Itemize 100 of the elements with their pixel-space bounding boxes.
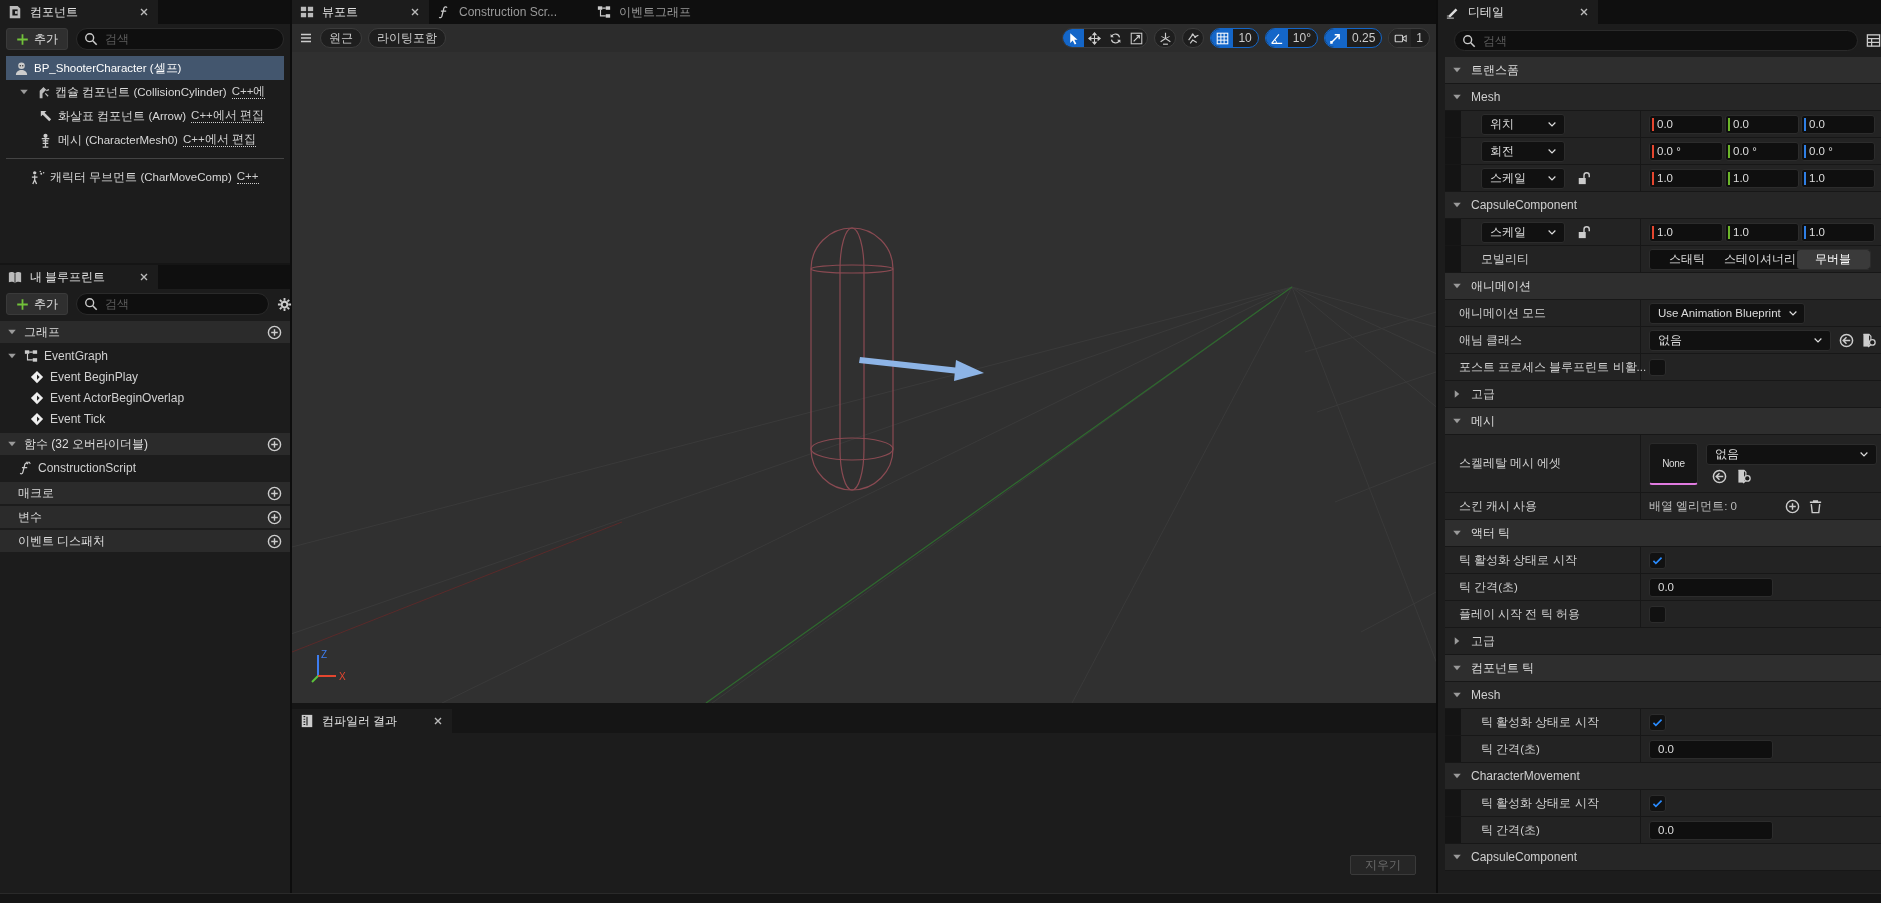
search-field[interactable]: 검색	[76, 293, 269, 315]
group-header[interactable]: Mesh	[1445, 84, 1881, 111]
use-selected-icon[interactable]	[1712, 468, 1727, 484]
snap-toggle[interactable]: 0.25	[1323, 28, 1383, 48]
transform-dropdown[interactable]: 스케일	[1481, 221, 1565, 243]
surface-snap-button[interactable]	[1182, 28, 1205, 48]
use-selected-icon[interactable]	[1839, 332, 1854, 348]
blueprint-item[interactable]: Event BeginPlay	[0, 366, 290, 387]
number-field[interactable]: 1.0	[1649, 222, 1723, 242]
transform-dropdown[interactable]: 회전	[1481, 140, 1565, 162]
number-field[interactable]: 0.0 °	[1725, 141, 1799, 161]
trash-icon[interactable]	[1808, 498, 1823, 514]
transform-dropdown[interactable]: 스케일	[1481, 167, 1565, 189]
view-mode-button[interactable]: 라이팅포함	[368, 28, 446, 48]
view-mode-button[interactable]: 원근	[320, 28, 362, 48]
browse-folder-icon[interactable]	[1862, 332, 1877, 348]
add-circle-icon[interactable]	[267, 436, 282, 452]
segment-option[interactable]: 스테이셔너리	[1723, 249, 1797, 269]
number-field[interactable]: 0.0	[1725, 114, 1799, 134]
group-header[interactable]: CapsuleComponent	[1445, 192, 1881, 219]
transform-tool-button[interactable]	[1063, 29, 1085, 47]
section-header[interactable]: 매크로	[0, 480, 290, 504]
checkbox[interactable]	[1649, 605, 1666, 623]
editor-tab[interactable]: 이벤트그래프	[589, 0, 749, 24]
advanced-toggle[interactable]: 고급	[1445, 628, 1881, 655]
number-field[interactable]: 0.0 °	[1649, 141, 1723, 161]
search-field[interactable]: 검색	[76, 28, 284, 50]
checkbox[interactable]	[1649, 358, 1666, 376]
panel-tab[interactable]: 내 블루프린트	[0, 265, 158, 289]
close-icon[interactable]	[1578, 6, 1590, 18]
function-icon	[18, 460, 32, 475]
panel-tab[interactable]: 컴파일러 결과	[292, 709, 452, 733]
checkbox[interactable]	[1649, 551, 1666, 569]
number-field[interactable]: 0.0 °	[1801, 141, 1875, 161]
number-field[interactable]: 1.0	[1801, 222, 1875, 242]
editor-tab[interactable]: Construction Scr...	[429, 0, 589, 24]
add-button[interactable]: 추가	[6, 293, 68, 315]
lock-button[interactable]	[1577, 225, 1591, 239]
close-icon[interactable]	[138, 271, 150, 283]
advanced-toggle[interactable]: 고급	[1445, 381, 1881, 408]
snap-toggle[interactable]: 10	[1210, 28, 1259, 48]
category-header[interactable]: 메시	[1445, 408, 1881, 435]
number-field[interactable]: 0.0	[1649, 577, 1773, 597]
blueprint-item[interactable]: EventGraph	[0, 345, 290, 366]
category-header[interactable]: 애니메이션	[1445, 273, 1881, 300]
blueprint-item[interactable]: Event ActorBeginOverlap	[0, 387, 290, 408]
number-field[interactable]: 1.0	[1725, 168, 1799, 188]
browse-folder-icon[interactable]	[1737, 468, 1752, 484]
add-circle-icon[interactable]	[267, 485, 282, 501]
add-circle-icon[interactable]	[267, 533, 282, 549]
checkbox[interactable]	[1649, 794, 1666, 812]
section-header[interactable]: 이벤트 디스패처	[0, 528, 290, 552]
asset-thumbnail[interactable]: None	[1649, 442, 1698, 485]
blueprint-item[interactable]: ConstructionScript	[0, 457, 290, 478]
segment-option[interactable]: 스태틱	[1650, 249, 1724, 269]
section-header[interactable]: 그래프	[0, 319, 290, 343]
blueprint-item[interactable]: Event Tick	[0, 408, 290, 429]
number-field[interactable]: 1.0	[1801, 168, 1875, 188]
lock-button[interactable]	[1577, 171, 1591, 185]
category-header[interactable]: 컴포넌트 틱	[1445, 655, 1881, 682]
close-icon[interactable]	[409, 6, 421, 18]
component-tree-item[interactable]: BP_ShooterCharacter (셀프)	[6, 56, 284, 80]
add-circle-icon[interactable]	[267, 324, 282, 340]
panel-tab[interactable]: 컴포넌트	[0, 0, 158, 24]
section-header[interactable]: 변수	[0, 504, 290, 528]
number-field[interactable]: 0.0	[1649, 820, 1773, 840]
category-header[interactable]: 액터 틱	[1445, 520, 1881, 547]
editor-tab[interactable]: 뷰포트	[292, 0, 429, 24]
component-tree-item[interactable]: 화살표 컴포넌트 (Arrow) C++에서 편집	[6, 104, 284, 128]
add-circle-icon[interactable]	[1785, 498, 1800, 514]
class-dropdown[interactable]: 없음	[1649, 329, 1831, 351]
number-field[interactable]: 0.0	[1649, 114, 1723, 134]
transform-dropdown[interactable]: 위치	[1481, 113, 1565, 135]
section-header[interactable]: 함수 (32 오버라이더블)	[0, 431, 290, 455]
number-field[interactable]: 0.0	[1649, 739, 1773, 759]
close-icon[interactable]	[138, 6, 150, 18]
number-field[interactable]: 1.0	[1649, 168, 1723, 188]
close-icon[interactable]	[432, 715, 444, 727]
add-circle-icon[interactable]	[267, 509, 282, 525]
group-header[interactable]: Mesh	[1445, 682, 1881, 709]
checkbox[interactable]	[1649, 713, 1666, 731]
search-field[interactable]: 검색	[1454, 30, 1858, 51]
component-tree-item[interactable]: 캡슐 컴포넌트 (CollisionCylinder) C++에	[6, 80, 284, 104]
segment-option[interactable]: 무버블	[1796, 249, 1870, 269]
group-header[interactable]: CharacterMovement	[1445, 763, 1881, 790]
component-tree-item[interactable]: 메시 (CharacterMesh0) C++에서 편집	[6, 128, 284, 152]
component-tree-item[interactable]: 캐릭터 무브먼트 (CharMoveComp) C++	[6, 165, 284, 189]
snap-toggle[interactable]: 1	[1388, 28, 1430, 48]
number-field[interactable]: 1.0	[1725, 222, 1799, 242]
mode-dropdown[interactable]: Use Animation Blueprint	[1649, 302, 1805, 324]
coordinate-space-button[interactable]	[1154, 28, 1177, 48]
category-header[interactable]: 트랜스폼	[1445, 57, 1881, 84]
panel-tab[interactable]: 디테일	[1438, 0, 1598, 24]
asset-dropdown[interactable]: 없음	[1706, 443, 1877, 465]
group-header[interactable]: CapsuleComponent	[1445, 844, 1881, 871]
settings-icon[interactable]	[277, 296, 292, 312]
number-field[interactable]: 0.0	[1801, 114, 1875, 134]
table-icon[interactable]	[1866, 33, 1881, 48]
snap-toggle[interactable]: 10°	[1264, 28, 1318, 48]
add-button[interactable]: 추가	[6, 28, 68, 50]
